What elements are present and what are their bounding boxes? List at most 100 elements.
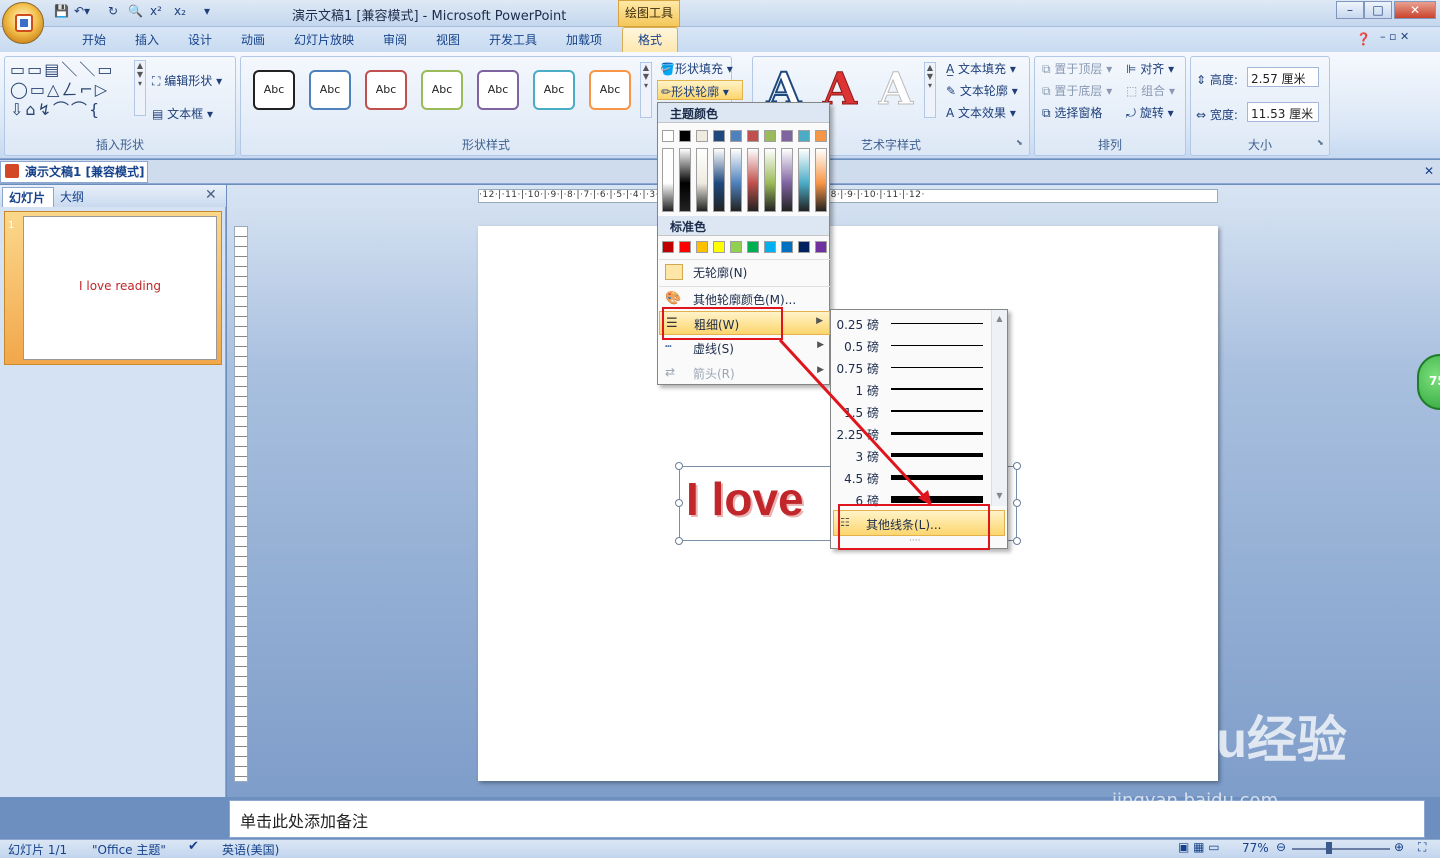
tab-format[interactable]: 格式 bbox=[622, 27, 678, 53]
zoom-out-icon[interactable]: ⊖ bbox=[1276, 840, 1286, 854]
text-fill-button[interactable]: A̲ 文本填充 ▾ bbox=[946, 60, 1016, 77]
theme-color-shade-column[interactable] bbox=[781, 148, 793, 212]
shape-style-6[interactable]: Abc bbox=[533, 70, 575, 110]
print-preview-icon[interactable]: 🔍 bbox=[128, 4, 143, 22]
theme-color-shade-column[interactable] bbox=[730, 148, 742, 212]
group-button[interactable]: ⬚ 组合 ▾ bbox=[1126, 82, 1175, 99]
shape-fill-button[interactable]: 🪣形状填充 ▾ bbox=[660, 60, 733, 77]
standard-color-swatch[interactable] bbox=[781, 241, 793, 253]
theme-color-shade-column[interactable] bbox=[713, 148, 725, 212]
theme-color-swatch[interactable] bbox=[662, 130, 674, 142]
resize-handle-se[interactable] bbox=[1013, 537, 1021, 545]
tab-review[interactable]: 审阅 bbox=[383, 31, 407, 48]
standard-color-swatch[interactable] bbox=[764, 241, 776, 253]
standard-color-swatch[interactable] bbox=[798, 241, 810, 253]
help-icon[interactable]: ❓ bbox=[1356, 32, 1371, 46]
theme-color-swatch[interactable] bbox=[730, 130, 742, 142]
shape-style-1[interactable]: Abc bbox=[253, 70, 295, 110]
no-outline-item[interactable]: 无轮廓(N) bbox=[659, 259, 830, 283]
tab-developer[interactable]: 开发工具 bbox=[489, 31, 537, 48]
document-tab[interactable]: 演示文稿1 [兼容模式] bbox=[0, 161, 148, 183]
height-input[interactable]: 2.57 厘米 bbox=[1247, 67, 1319, 87]
resize-handle-sw[interactable] bbox=[675, 537, 683, 545]
minimize-button[interactable]: – bbox=[1336, 1, 1364, 19]
wordart-style-3[interactable]: A bbox=[872, 65, 920, 114]
standard-color-swatch[interactable] bbox=[747, 241, 759, 253]
theme-color-shade-column[interactable] bbox=[764, 148, 776, 212]
office-button[interactable] bbox=[2, 2, 44, 44]
superscript-icon[interactable]: x² bbox=[150, 4, 162, 22]
align-button[interactable]: ⊫ 对齐 ▾ bbox=[1126, 60, 1174, 77]
restore-button[interactable]: □ bbox=[1364, 1, 1392, 19]
save-icon[interactable]: 💾 bbox=[54, 4, 69, 22]
tab-design[interactable]: 设计 bbox=[188, 31, 212, 48]
tab-addins[interactable]: 加载项 bbox=[566, 31, 602, 48]
zoom-in-icon[interactable]: ⊕ bbox=[1394, 840, 1404, 854]
standard-color-swatch[interactable] bbox=[662, 241, 674, 253]
tab-animation[interactable]: 动画 bbox=[241, 31, 265, 48]
spellcheck-icon[interactable]: ✔ bbox=[188, 839, 199, 854]
zoom-slider-thumb[interactable] bbox=[1326, 842, 1332, 854]
slide-thumbnail[interactable]: I love reading bbox=[23, 216, 217, 360]
close-doc-icon[interactable]: ✕ bbox=[1424, 164, 1434, 178]
bring-to-front-button[interactable]: ⧉ 置于顶层 ▾ bbox=[1042, 60, 1112, 77]
theme-color-swatch[interactable] bbox=[798, 130, 810, 142]
submenu-scrollbar[interactable]: ▲ ▼ bbox=[991, 310, 1007, 506]
zoom-slider[interactable] bbox=[1292, 848, 1390, 850]
theme-color-swatch[interactable] bbox=[679, 130, 691, 142]
standard-color-swatch[interactable] bbox=[815, 241, 827, 253]
selection-pane-button[interactable]: ⧉ 选择窗格 bbox=[1042, 104, 1102, 121]
resize-handle-w[interactable] bbox=[675, 499, 683, 507]
standard-color-swatch[interactable] bbox=[696, 241, 708, 253]
tab-home[interactable]: 开始 bbox=[82, 31, 106, 48]
tab-outline[interactable]: 大纲 bbox=[60, 188, 84, 205]
theme-color-swatch[interactable] bbox=[747, 130, 759, 142]
undo-icon[interactable]: ↶▾ bbox=[74, 4, 90, 22]
customize-qat-icon[interactable]: ▾ bbox=[204, 4, 210, 22]
size-dialog-launcher-icon[interactable]: ⬊ bbox=[1317, 138, 1324, 147]
shape-style-2[interactable]: Abc bbox=[309, 70, 351, 110]
standard-color-swatch[interactable] bbox=[730, 241, 742, 253]
resize-handle-nw[interactable] bbox=[675, 462, 683, 470]
shape-style-7[interactable]: Abc bbox=[589, 70, 631, 110]
wordart-scroll[interactable]: ▲ ▼ ▾ bbox=[924, 62, 936, 118]
shape-style-5[interactable]: Abc bbox=[477, 70, 519, 110]
theme-color-swatch[interactable] bbox=[696, 130, 708, 142]
redo-icon[interactable]: ↻ bbox=[108, 4, 118, 22]
view-buttons-icon[interactable]: ▣ ▦ ▭ bbox=[1178, 840, 1220, 854]
theme-color-shade-column[interactable] bbox=[815, 148, 827, 212]
tab-slideshow[interactable]: 幻灯片放映 bbox=[294, 31, 354, 48]
theme-color-swatch[interactable] bbox=[815, 130, 827, 142]
close-pane-icon[interactable]: ✕ bbox=[205, 187, 217, 203]
rotate-button[interactable]: ⤾ 旋转 ▾ bbox=[1126, 104, 1174, 121]
theme-color-shade-column[interactable] bbox=[696, 148, 708, 212]
theme-color-swatch[interactable] bbox=[781, 130, 793, 142]
theme-color-shade-column[interactable] bbox=[662, 148, 674, 212]
standard-color-swatch[interactable] bbox=[679, 241, 691, 253]
resize-handle-ne[interactable] bbox=[1013, 462, 1021, 470]
fit-to-window-icon[interactable]: ⛶ bbox=[1418, 840, 1426, 855]
wordart-dialog-launcher-icon[interactable]: ⬊ bbox=[1016, 138, 1023, 147]
send-to-back-button[interactable]: ⧉ 置于底层 ▾ bbox=[1042, 82, 1112, 99]
theme-color-shade-column[interactable] bbox=[798, 148, 810, 212]
subscript-icon[interactable]: x₂ bbox=[174, 4, 186, 22]
text-effects-button[interactable]: A 文本效果 ▾ bbox=[946, 104, 1016, 121]
zoom-level[interactable]: 77% bbox=[1242, 841, 1269, 855]
theme-color-shade-column[interactable] bbox=[679, 148, 691, 212]
shape-outline-button[interactable]: ✏形状轮廓 ▾ bbox=[657, 80, 743, 100]
width-input[interactable]: 11.53 厘米 bbox=[1247, 102, 1319, 122]
shapes-gallery-scroll[interactable]: ▲ ▼ ▾ bbox=[134, 60, 146, 116]
shape-styles-scroll[interactable]: ▲ ▼ ▾ bbox=[640, 62, 652, 118]
resize-handle-e[interactable] bbox=[1013, 499, 1021, 507]
theme-color-swatch[interactable] bbox=[764, 130, 776, 142]
edit-shape-button[interactable]: ⛶ 编辑形状 ▾ bbox=[152, 72, 222, 89]
shape-style-4[interactable]: Abc bbox=[421, 70, 463, 110]
text-box-button[interactable]: ▤ 文本框 ▾ bbox=[152, 105, 213, 122]
tab-slides[interactable]: 幻灯片 bbox=[2, 187, 54, 207]
close-button[interactable]: ✕ bbox=[1394, 1, 1436, 19]
shape-style-3[interactable]: Abc bbox=[365, 70, 407, 110]
tab-view[interactable]: 视图 bbox=[436, 31, 460, 48]
tab-insert[interactable]: 插入 bbox=[135, 31, 159, 48]
ribbon-minimize-icon[interactable]: – ▫ ✕ bbox=[1380, 30, 1409, 43]
text-outline-button[interactable]: ✎ 文本轮廓 ▾ bbox=[946, 82, 1018, 99]
